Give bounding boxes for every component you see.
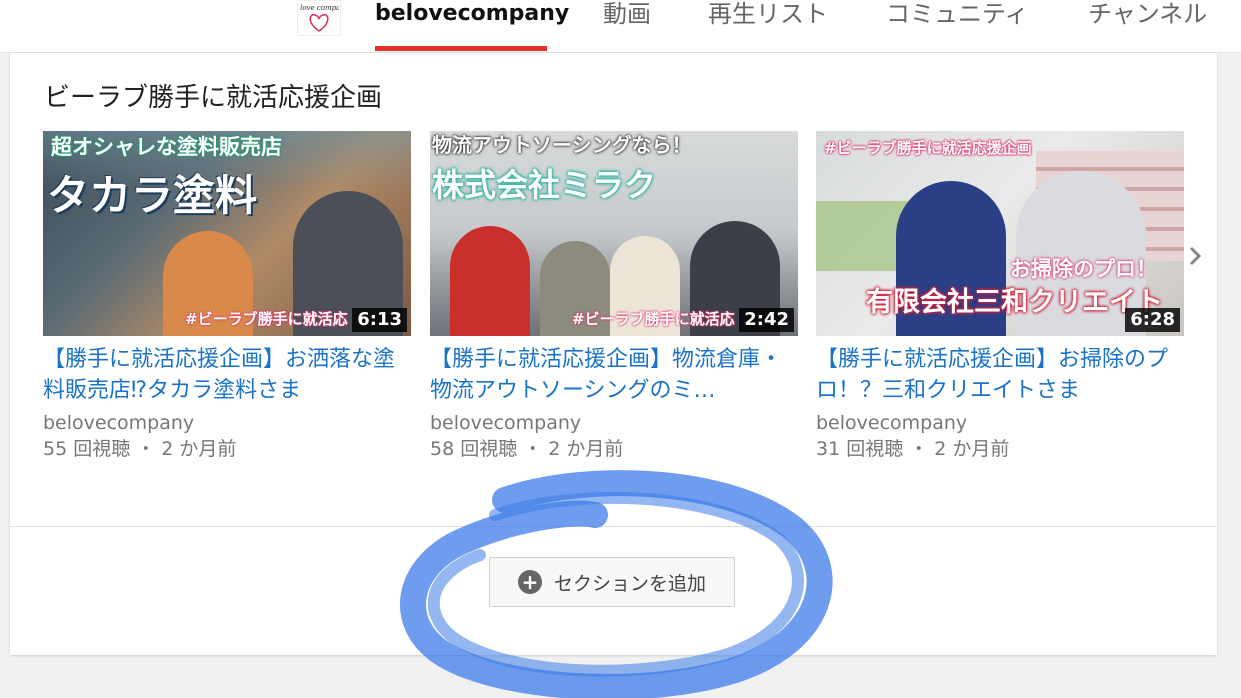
thumbnail-hashtag-caption: #ビーラブ勝手に就活応 — [185, 310, 348, 328]
shelf-next-button[interactable] — [1182, 241, 1208, 271]
video-view-meta: 55 回視聴 ・ 2 か月前 — [43, 438, 237, 460]
video-channel-name[interactable]: belovecompany — [430, 410, 798, 436]
thumbnail-main-caption: 有限会社三和クリエイト — [866, 287, 1163, 318]
video-channel-name[interactable]: belovecompany — [43, 410, 411, 436]
thumbnail-main-caption: タカラ塗料 — [47, 171, 258, 220]
video-thumbnail[interactable]: 超オシャレな塗料販売店 タカラ塗料 #ビーラブ勝手に就活応 6:13 — [43, 131, 411, 336]
thumbnail-main-caption: 株式会社ミラク — [432, 166, 657, 204]
video-thumbnail[interactable]: #ビーラブ勝手に就活応援企画 お掃除のプロ！ 有限会社三和クリエイト 6:28 — [816, 131, 1184, 336]
channel-section-card: ビーラブ勝手に就活応援企画 超オシャレな塗料販売店 タカラ塗料 #ビーラブ勝手に… — [10, 53, 1217, 655]
add-section-label: セクションを追加 — [553, 572, 706, 595]
add-section-button[interactable]: + セクションを追加 — [489, 557, 735, 607]
video-thumbnail[interactable]: 物流アウトソーシングなら！ 株式会社ミラク #ビーラブ勝手に就活応 2:42 — [430, 131, 798, 336]
channel-avatar[interactable]: be love company — [297, 0, 341, 36]
video-duration: 6:13 — [352, 308, 407, 332]
active-tab-indicator — [375, 46, 547, 51]
section-divider — [10, 526, 1217, 527]
video-view-meta: 31 回視聴 ・ 2 か月前 — [816, 438, 1010, 460]
tab-videos[interactable]: 動画 — [603, 0, 651, 52]
tab-playlists[interactable]: 再生リスト — [708, 0, 828, 52]
shelf-title[interactable]: ビーラブ勝手に就活応援企画 — [44, 77, 382, 114]
video-card[interactable]: 物流アウトソーシングなら！ 株式会社ミラク #ビーラブ勝手に就活応 2:42 【… — [430, 131, 798, 462]
thumbnail-sub-caption: お掃除のプロ！ — [1010, 257, 1157, 281]
video-view-meta: 58 回視聴 ・ 2 か月前 — [430, 438, 624, 460]
video-title-link[interactable]: 【勝手に就活応援企画】物流倉庫・物流アウトソーシングのミ… — [430, 344, 798, 406]
svg-text:be love company: be love company — [299, 4, 339, 12]
video-card[interactable]: #ビーラブ勝手に就活応援企画 お掃除のプロ！ 有限会社三和クリエイト 6:28 … — [816, 131, 1184, 462]
thumbnail-top-caption: 物流アウトソーシングなら！ — [432, 133, 692, 157]
tab-channels[interactable]: チャンネル — [1088, 0, 1207, 52]
tab-community[interactable]: コミュニティ — [886, 0, 1029, 52]
thumbnail-top-caption: #ビーラブ勝手に就活応援企画 — [824, 139, 1032, 157]
thumbnail-top-caption: 超オシャレな塗料販売店 — [51, 135, 282, 159]
video-duration: 6:28 — [1125, 308, 1180, 332]
video-card[interactable]: 超オシャレな塗料販売店 タカラ塗料 #ビーラブ勝手に就活応 6:13 【勝手に就… — [43, 131, 411, 462]
be-love-company-logo: be love company — [299, 4, 339, 32]
video-channel-name[interactable]: belovecompany — [816, 410, 1184, 436]
chevron-right-icon — [1189, 246, 1202, 266]
video-title-link[interactable]: 【勝手に就活応援企画】お掃除のプロ！？三和クリエイトさま — [816, 344, 1184, 406]
plus-circle-icon: + — [517, 570, 542, 594]
channel-nav-bar: be love company belovecompany 動画 再生リスト コ… — [0, 0, 1241, 53]
tab-home[interactable]: belovecompany — [375, 0, 569, 52]
thumbnail-hashtag-caption: #ビーラブ勝手に就活応 — [572, 310, 735, 328]
video-duration: 2:42 — [739, 308, 794, 332]
video-title-link[interactable]: 【勝手に就活応援企画】お洒落な塗料販売店⁉タカラ塗料さま — [43, 344, 411, 406]
